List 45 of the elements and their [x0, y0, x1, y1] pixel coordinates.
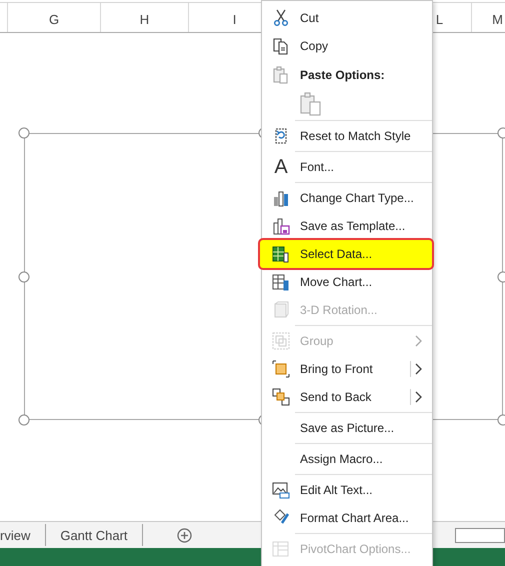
menu-item[interactable]: Save as Template...	[262, 212, 432, 240]
menu-item[interactable]: Reset to Match Style	[262, 122, 432, 150]
menu-section-title: Paste Options:	[300, 68, 385, 82]
menu-item[interactable]: Format Chart Area...	[262, 504, 432, 532]
scissors-icon	[272, 9, 290, 27]
template-icon	[272, 217, 290, 235]
menu-item[interactable]: Cut	[262, 4, 432, 32]
column-header[interactable]: I	[232, 12, 236, 27]
column-header[interactable]: L	[436, 12, 444, 27]
menu-item[interactable]: Edit Alt Text...	[262, 476, 432, 504]
column-header[interactable]: G	[48, 12, 60, 27]
menu-item[interactable]: Move Chart...	[262, 268, 432, 296]
resize-handle[interactable]	[18, 271, 30, 282]
menu-item[interactable]: Bring to Front	[262, 355, 432, 383]
sheet-tab[interactable]: rview	[0, 524, 46, 546]
paste-icon[interactable]	[300, 92, 322, 116]
resize-handle[interactable]	[18, 414, 30, 426]
cube-icon	[272, 301, 290, 319]
send-back-icon	[272, 388, 290, 406]
column-header[interactable]: H	[140, 12, 150, 27]
chevron-icon	[415, 391, 423, 403]
menu-item[interactable]: Save as Picture...	[262, 414, 432, 442]
copy-icon	[272, 37, 290, 55]
sheet-tab[interactable]: Gantt Chart	[46, 524, 143, 546]
menu-item[interactable]: Change Chart Type...	[262, 184, 432, 212]
clipboard-icon	[272, 66, 290, 84]
resize-handle[interactable]	[18, 128, 30, 138]
column-header[interactable]: M	[492, 12, 503, 27]
menu-item[interactable]: A Font...	[262, 153, 432, 181]
add-sheet-icon[interactable]	[176, 528, 192, 542]
bar-chart-icon	[272, 189, 290, 207]
group-icon	[272, 332, 290, 350]
menu-item[interactable]: Copy	[262, 32, 432, 60]
scroll-bar[interactable]	[455, 528, 505, 542]
menu-item[interactable]: Assign Macro...	[262, 445, 432, 473]
menu-item[interactable]: Select Data...	[260, 240, 432, 268]
pivot-table-icon	[272, 540, 290, 558]
alt-text-icon	[272, 481, 290, 499]
grid-chart-icon	[272, 273, 290, 291]
bring-front-icon	[272, 360, 290, 378]
menu-item[interactable]: Send to Back	[262, 383, 432, 411]
font-icon: A	[274, 157, 288, 177]
chevron-icon	[415, 363, 423, 375]
chevron-icon	[415, 335, 423, 347]
table-chart-icon	[272, 245, 290, 263]
